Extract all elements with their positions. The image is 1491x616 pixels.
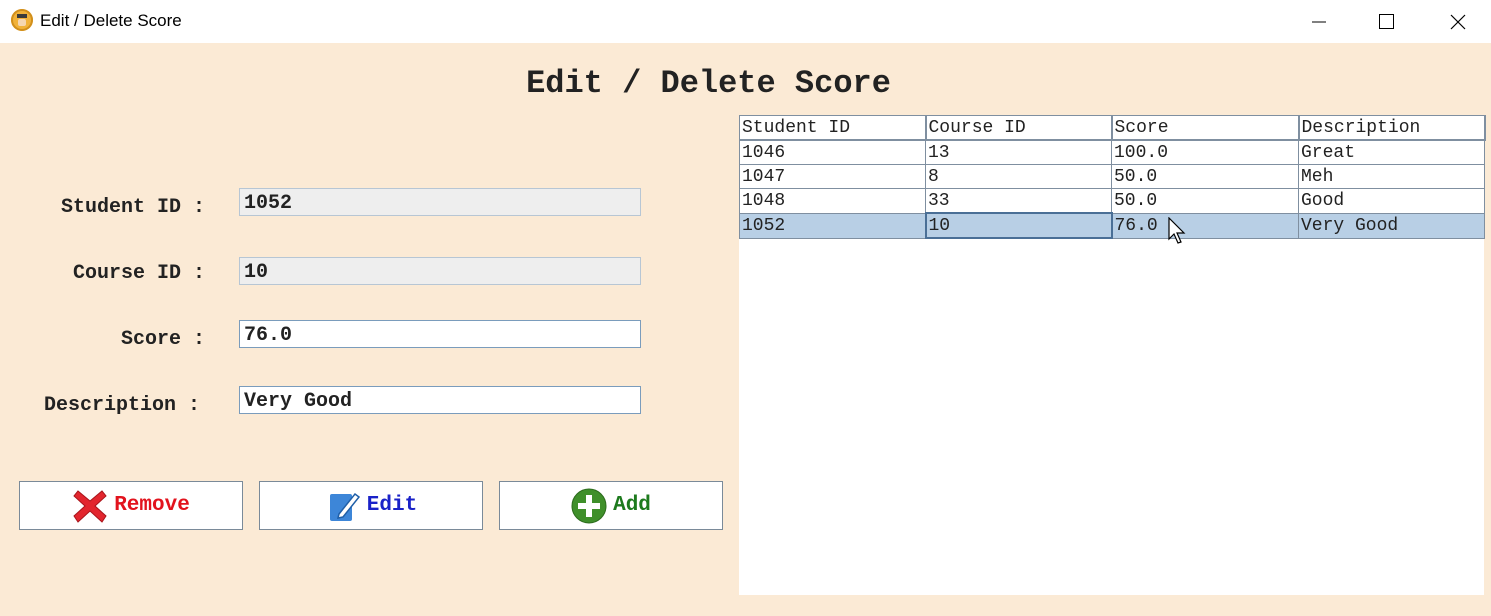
- cell-score[interactable]: 100.0: [1111, 139, 1299, 165]
- remove-x-icon: [73, 489, 107, 523]
- description-label: Description :: [43, 394, 200, 417]
- window-titlebar: Edit / Delete Score: [0, 0, 1491, 43]
- course-id-field[interactable]: 10: [239, 257, 641, 285]
- mouse-cursor-icon: [1168, 217, 1186, 244]
- table-row[interactable]: 1048 33 50.0 Good: [739, 188, 1485, 214]
- student-id-label: Student ID :: [60, 196, 205, 219]
- cell-course-id[interactable]: 33: [925, 188, 1112, 214]
- page-title: Edit / Delete Score: [526, 65, 891, 102]
- table-header-row: Student ID Course ID Score Description: [739, 115, 1486, 141]
- table-row-selected[interactable]: 1052 10 76.0 Very Good: [739, 212, 1485, 239]
- score-label: Score :: [120, 328, 205, 351]
- remove-button[interactable]: Remove: [19, 481, 243, 530]
- edit-pencil-icon: [329, 492, 360, 521]
- score-field[interactable]: 76.0: [239, 320, 641, 348]
- cell-description[interactable]: Good: [1298, 188, 1485, 214]
- remove-button-label: Remove: [114, 494, 190, 517]
- cell-student-id[interactable]: 1046: [739, 139, 926, 165]
- edit-button[interactable]: Edit: [259, 481, 483, 530]
- cell-student-id[interactable]: 1052: [739, 212, 926, 239]
- add-button[interactable]: Add: [499, 481, 723, 530]
- cell-score[interactable]: 76.0: [1111, 212, 1299, 239]
- add-plus-icon: [571, 488, 607, 523]
- column-header-score[interactable]: Score: [1111, 115, 1300, 141]
- cell-course-id[interactable]: 13: [925, 139, 1112, 165]
- minimize-icon: [1312, 21, 1326, 22]
- cell-score[interactable]: 50.0: [1111, 164, 1299, 189]
- maximize-button[interactable]: [1357, 0, 1417, 43]
- column-header-description[interactable]: Description: [1298, 115, 1486, 141]
- cell-student-id[interactable]: 1048: [739, 188, 926, 214]
- close-icon: [1450, 14, 1466, 29]
- cell-course-id[interactable]: 8: [925, 164, 1112, 189]
- student-id-field[interactable]: 1052: [239, 188, 641, 216]
- cell-description[interactable]: Meh: [1298, 164, 1485, 189]
- cell-description[interactable]: Very Good: [1298, 212, 1485, 239]
- main-panel: Edit / Delete Score Student ID : 1052 Co…: [0, 43, 1491, 616]
- column-header-student-id[interactable]: Student ID: [739, 115, 927, 141]
- maximize-icon: [1379, 13, 1394, 29]
- window-title: Edit / Delete Score: [40, 11, 182, 30]
- add-button-label: Add: [613, 494, 651, 517]
- app-icon: [11, 9, 33, 31]
- minimize-button[interactable]: [1289, 0, 1349, 43]
- edit-button-label: Edit: [366, 494, 418, 517]
- cell-course-id-focused[interactable]: 10: [924, 212, 1113, 239]
- cell-description[interactable]: Great: [1298, 139, 1485, 165]
- cell-student-id[interactable]: 1047: [739, 164, 926, 189]
- table-row[interactable]: 1046 13 100.0 Great: [739, 139, 1485, 165]
- scores-table[interactable]: Student ID Course ID Score Description 1…: [739, 115, 1486, 595]
- course-id-label: Course ID :: [72, 262, 205, 285]
- column-header-course-id[interactable]: Course ID: [925, 115, 1113, 141]
- table-row[interactable]: 1047 8 50.0 Meh: [739, 164, 1485, 189]
- cell-score[interactable]: 50.0: [1111, 188, 1299, 214]
- description-field[interactable]: Very Good: [239, 386, 641, 414]
- close-button[interactable]: [1428, 0, 1488, 43]
